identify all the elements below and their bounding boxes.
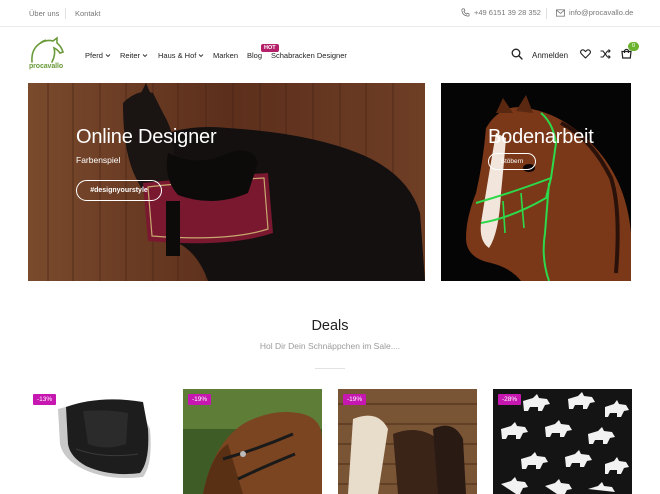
- contact-link[interactable]: Kontakt: [75, 9, 100, 18]
- deals-title: Deals: [311, 318, 349, 334]
- divider: [65, 8, 66, 19]
- stoebern-button[interactable]: Stöbern: [488, 153, 536, 170]
- divider: [315, 368, 345, 369]
- mail-icon: [556, 8, 565, 17]
- logo-text: procavallo: [29, 63, 64, 70]
- deals-subtitle: Hol Dir Dein Schnäppchen im Sale....: [259, 341, 401, 351]
- discount-badge: -19%: [343, 394, 367, 405]
- cart-count-badge: 0: [628, 42, 639, 51]
- nav-item-schabracken-designer[interactable]: Schabracken Designer: [271, 51, 347, 60]
- search-icon[interactable]: [511, 48, 523, 60]
- banner-online-designer[interactable]: Online Designer Farbenspiel #designyours…: [28, 83, 425, 281]
- email-address: info@procavallo.de: [569, 8, 634, 17]
- hot-badge: HOT: [261, 44, 279, 52]
- product-card[interactable]: -19%: [338, 389, 477, 494]
- divider: [546, 8, 547, 19]
- discount-badge: -28%: [498, 394, 522, 405]
- nav-label: Haus & Hof: [158, 51, 197, 60]
- nav-label: Reiter: [120, 51, 141, 60]
- top-bar: Über uns Kontakt +49 6151 39 28 352 info…: [0, 0, 660, 27]
- banner-title: Online Designer: [76, 126, 217, 148]
- phone-contact[interactable]: +49 6151 39 28 352: [461, 8, 541, 17]
- product-card[interactable]: -13%: [28, 389, 167, 494]
- horse-halter-photo: [441, 83, 631, 281]
- nav-item-marken[interactable]: Marken: [213, 51, 238, 60]
- chevron-down-icon: [199, 54, 204, 58]
- chevron-down-icon: [142, 54, 148, 58]
- discount-badge: -13%: [33, 394, 57, 405]
- logo[interactable]: procavallo: [28, 36, 66, 72]
- banner-title: Bodenarbeit: [488, 126, 594, 148]
- phone-number: +49 6151 39 28 352: [474, 8, 541, 17]
- nav-item-blog[interactable]: Blog: [247, 51, 262, 60]
- nav-label: Pferd: [85, 51, 103, 60]
- banner-bodenarbeit[interactable]: Bodenarbeit Stöbern: [441, 83, 631, 281]
- main-header: procavallo Pferd Reiter Haus & Hof Marke…: [0, 27, 660, 83]
- product-card[interactable]: -28%: [493, 389, 632, 494]
- heart-icon[interactable]: [580, 49, 591, 59]
- nav-item-haus-hof[interactable]: Haus & Hof: [158, 51, 204, 60]
- designyourstyle-button[interactable]: #designyourstyle: [76, 180, 162, 201]
- phone-icon: [461, 8, 470, 17]
- email-contact[interactable]: info@procavallo.de: [556, 8, 633, 17]
- login-link[interactable]: Anmelden: [532, 51, 568, 60]
- banner-subtitle: Farbenspiel: [76, 155, 121, 165]
- discount-badge: -19%: [188, 394, 212, 405]
- product-card[interactable]: -19%: [183, 389, 322, 494]
- shuffle-icon[interactable]: [600, 49, 611, 59]
- nav-item-pferd[interactable]: Pferd: [85, 51, 111, 60]
- horse-logo-icon: [31, 36, 65, 63]
- chevron-down-icon: [105, 54, 111, 58]
- nav-item-reiter[interactable]: Reiter: [120, 51, 148, 60]
- about-link[interactable]: Über uns: [29, 9, 59, 18]
